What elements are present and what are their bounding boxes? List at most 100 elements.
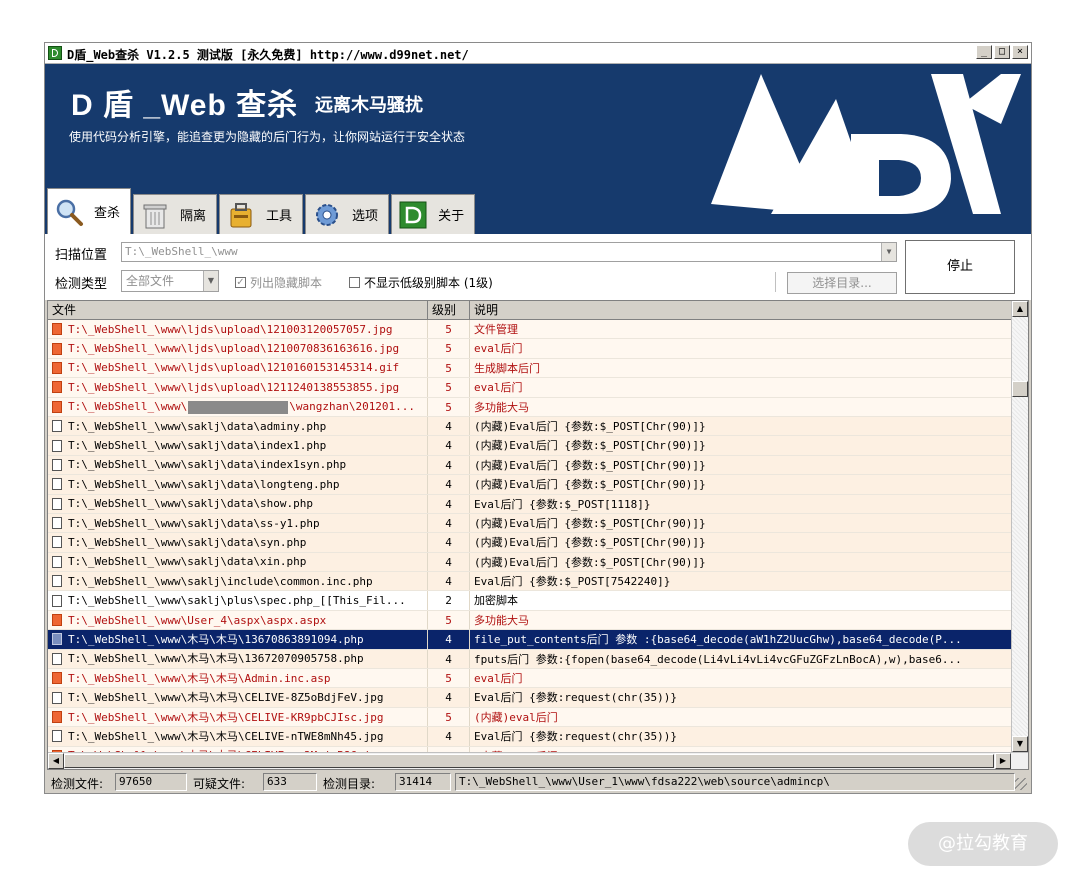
chevron-down-icon[interactable]: ▼ — [203, 271, 218, 291]
horizontal-scrollbar[interactable]: ◀ ▶ — [48, 752, 1028, 769]
status-dirs-value: 31414 — [395, 773, 451, 791]
table-row[interactable]: T:\_WebShell_\www\ljds\upload\1210160153… — [48, 358, 1012, 379]
table-row[interactable]: T:\_WebShell_\www\saklj\data\show.php 4 Ev… — [48, 494, 1012, 514]
minimize-button[interactable]: _ — [976, 45, 992, 59]
tab-tools[interactable]: 工具 — [219, 194, 304, 234]
file-path: T:\_WebShell_\www\User_4\aspx\aspx.aspx — [68, 613, 327, 627]
hide-low-level-label: 不显示低级别脚本 (1级) — [364, 276, 493, 290]
table-row[interactable]: T:\_WebShell_\www\木马\木马\13672070905758.p… — [48, 649, 1012, 670]
tab-options-label: 选项 — [352, 209, 379, 224]
column-header-description[interactable]: 说明 — [470, 301, 1012, 319]
table-row[interactable]: T:\_WebShell_\www\木马\木马\Admin.inc.asp 5 ev… — [48, 669, 1012, 689]
close-button[interactable]: × — [1012, 45, 1028, 59]
horizontal-scroll-thumb[interactable] — [64, 754, 994, 768]
redaction-block — [188, 400, 289, 414]
table-row[interactable]: T:\_WebShell_\www\木马\木马\CELIVE-KR9pbCJIs… — [48, 707, 1012, 728]
level-cell: 5 — [428, 610, 470, 630]
column-header-level[interactable]: 级别 — [428, 301, 470, 319]
file-icon — [52, 730, 62, 743]
description-cell: eval后门 — [474, 342, 523, 356]
level-cell: 4 — [428, 416, 470, 436]
table-row[interactable]: T:\_WebShell_\www\木马\木马\CELIVE-8Z5oBdjFe… — [48, 688, 1012, 708]
description-cell: (内藏)eval后门 — [474, 710, 558, 724]
stop-button[interactable]: 停止 — [905, 240, 1015, 294]
level-cell: 4 — [428, 475, 470, 494]
description-cell: file_put_contents后门 参数 :{base64_decode(a… — [474, 633, 962, 647]
tab-scan[interactable]: 查杀 — [47, 188, 132, 234]
file-path: T:\_WebShell_\www\木马\木马\CELIVE-KR9pbCJIs… — [68, 710, 384, 724]
column-header-file[interactable]: 文件 — [48, 301, 428, 319]
scan-type-select[interactable]: 全部文件 ▼ — [121, 270, 219, 292]
tab-about[interactable]: 关于 — [391, 194, 476, 234]
tab-about-label: 关于 — [438, 209, 465, 224]
results-list[interactable]: 文件 级别 说明 T:\_WebShell_\www\ljds\upload\1… — [47, 300, 1029, 770]
maximize-button[interactable]: □ — [994, 45, 1010, 59]
table-row[interactable]: T:\_WebShell_\www\saklj\data\index1.php 4… — [48, 436, 1012, 456]
file-icon — [52, 536, 62, 549]
title-bar[interactable]: D盾_Web查杀 V1.2.5 测试版 [永久免费] http://www.d9… — [45, 43, 1031, 64]
table-row[interactable]: T:\_WebShell_\www\木马\木马\CELIVE-nTWE8mNh4… — [48, 727, 1012, 747]
scroll-thumb[interactable] — [1012, 381, 1028, 397]
file-cell: T:\_WebShell_\www\ \wangzhan\201201... — [48, 397, 428, 416]
file-path: T:\_WebShell_\www\saklj\data\show.php — [68, 497, 314, 511]
choose-directory-button[interactable]: 选择目录... — [787, 272, 897, 294]
file-path: T:\_WebShell_\www\木马\木马\CELIVE-nTWE8mNh4… — [68, 729, 384, 743]
scroll-right-button[interactable]: ▶ — [995, 753, 1011, 769]
level-cell: 4 — [428, 630, 470, 649]
file-cell: T:\_WebShell_\www\ljds\upload\1210160153… — [48, 358, 428, 378]
table-row[interactable]: T:\_WebShell_\www\saklj\data\index1syn.p… — [48, 455, 1012, 476]
table-row[interactable]: T:\_WebShell_\www\saklj\include\common.i… — [48, 572, 1012, 592]
file-icon — [52, 420, 62, 433]
file-icon — [52, 517, 62, 530]
level-cell: 4 — [428, 513, 470, 533]
table-row[interactable]: T:\_WebShell_\www\ \wangzhan\201201... 5 多功… — [48, 397, 1012, 417]
table-row[interactable]: T:\_WebShell_\www\saklj\data\ss-y1.php 4 (… — [48, 513, 1012, 534]
file-cell: T:\_WebShell_\www\saklj\plus\spec.php_[[… — [48, 591, 428, 610]
tab-options[interactable]: 选项 — [305, 194, 390, 234]
scroll-up-button[interactable]: ▲ — [1012, 301, 1028, 317]
chevron-down-icon[interactable]: ▼ — [881, 243, 896, 261]
description-cell: eval后门 — [474, 381, 523, 395]
table-row[interactable]: T:\_WebShell_\www\User_4\aspx\aspx.aspx 5… — [48, 610, 1012, 631]
file-path: T:\_WebShell_\www\saklj\data\xin.php — [68, 555, 307, 569]
vertical-scrollbar[interactable]: ▲ ▼ — [1011, 301, 1028, 752]
status-files-label: 检测文件: — [51, 777, 104, 791]
scroll-down-button[interactable]: ▼ — [1012, 736, 1028, 752]
level-cell: 5 — [428, 339, 470, 358]
resize-grip-icon[interactable] — [1015, 778, 1027, 790]
list-hidden-checkbox[interactable]: ✓ 列出隐藏脚本 — [235, 274, 322, 291]
table-row[interactable]: T:\_WebShell_\www\ljds\upload\1210070836… — [48, 339, 1012, 359]
file-icon — [52, 575, 62, 588]
description-cell: Eval后门 {参数:request(chr(35))} — [474, 691, 677, 705]
file-cell: T:\_WebShell_\www\saklj\data\adminy.php — [48, 416, 428, 436]
file-cell: T:\_WebShell_\www\ljds\upload\1210070836… — [48, 339, 428, 358]
tab-quarantine[interactable]: 隔离 — [133, 194, 218, 234]
file-icon — [52, 439, 62, 452]
table-row[interactable]: T:\_WebShell_\www\saklj\data\xin.php 4 (内藏… — [48, 552, 1012, 573]
hide-low-level-checkbox[interactable]: 不显示低级别脚本 (1级) — [349, 274, 493, 291]
checkbox-unchecked-icon — [349, 277, 360, 288]
scroll-left-button[interactable]: ◀ — [48, 753, 64, 769]
scan-type-value: 全部文件 — [126, 274, 175, 288]
table-row[interactable]: T:\_WebShell_\www\saklj\data\adminy.php 4… — [48, 416, 1012, 437]
trash-bin-icon — [140, 200, 170, 230]
level-cell: 4 — [428, 727, 470, 746]
table-row[interactable]: T:\_WebShell_\www\saklj\plus\spec.php_[[… — [48, 591, 1012, 611]
table-row[interactable]: T:\_WebShell_\www\saklj\data\longteng.ph… — [48, 475, 1012, 495]
file-cell: T:\_WebShell_\www\木马\木马\CELIVE-8Z5oBdjFe… — [48, 688, 428, 707]
table-row[interactable]: T:\_WebShell_\www\saklj\data\syn.php 4 (内藏… — [48, 533, 1012, 553]
risk-file-icon — [52, 672, 62, 685]
table-row[interactable]: T:\_WebShell_\www\ljds\upload\1211240138… — [48, 378, 1012, 398]
risk-file-icon — [52, 400, 62, 413]
file-path: T:\_WebShell_\www\ljds\upload\1210031200… — [68, 322, 393, 336]
file-icon — [52, 633, 62, 646]
table-row[interactable]: T:\_WebShell_\www\ljds\upload\1210031200… — [48, 320, 1012, 340]
description-cell: (内藏)Eval后门 {参数:$_POST[Chr(90)]} — [474, 439, 706, 453]
file-path: T:\_WebShell_\www\saklj\data\longteng.ph… — [68, 477, 340, 491]
risk-file-icon — [52, 361, 62, 374]
file-cell: T:\_WebShell_\www\saklj\include\common.i… — [48, 572, 428, 591]
scan-path-value: T:\_WebShell_\www — [125, 245, 238, 258]
table-row[interactable]: T:\_WebShell_\www\木马\木马\13670863891094.p… — [48, 630, 1012, 650]
level-cell: 5 — [428, 707, 470, 727]
scan-path-input[interactable]: T:\_WebShell_\www ▼ — [121, 242, 897, 262]
